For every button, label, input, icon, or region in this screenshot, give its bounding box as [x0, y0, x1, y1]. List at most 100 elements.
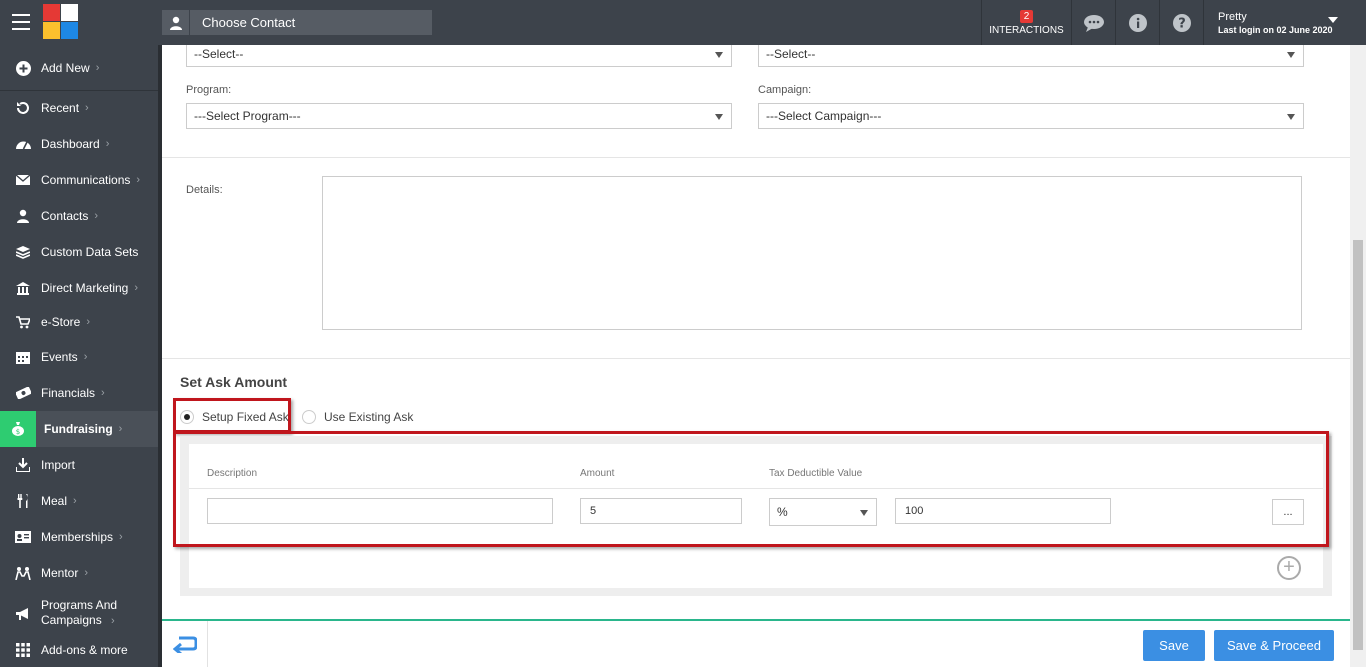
user-menu[interactable]: Pretty Last login on 02 June 2020	[1203, 0, 1366, 45]
sidebar-item-dashboard[interactable]: Dashboard ›	[0, 131, 158, 157]
plus-circle-icon	[15, 60, 31, 76]
sidebar-item-mentor[interactable]: Mentor ›	[0, 560, 158, 586]
sidebar-item-direct-marketing[interactable]: Direct Marketing ›	[0, 275, 158, 301]
campaign-select[interactable]: ---Select Campaign---	[758, 103, 1304, 129]
chevron-right-icon: ›	[86, 316, 91, 328]
top-bar: Choose Contact 2 INTERACTIONS ? Pretty L…	[0, 0, 1366, 45]
choose-contact-label: Choose Contact	[202, 15, 296, 30]
chevron-right-icon: ›	[73, 495, 77, 507]
hamburger-menu-icon[interactable]	[12, 14, 30, 30]
sidebar-item-label: Communications	[41, 173, 131, 187]
dashboard-icon	[15, 136, 31, 152]
select-dropdown-2[interactable]: --Select--	[758, 45, 1304, 67]
sidebar-item-custom-data-sets[interactable]: Custom Data Sets	[0, 239, 158, 265]
program-select-value: ---Select Program---	[194, 109, 301, 123]
details-label: Details:	[186, 184, 223, 196]
scrollbar-thumb[interactable]	[1353, 240, 1363, 650]
divider	[162, 358, 1350, 359]
cutlery-icon	[15, 493, 31, 509]
radio-existing-label: Use Existing Ask	[324, 410, 414, 424]
help-button[interactable]: ?	[1159, 0, 1203, 45]
chevron-right-icon: ›	[84, 567, 89, 579]
info-button[interactable]	[1115, 0, 1159, 45]
radio-use-existing-ask[interactable]: Use Existing Ask	[302, 410, 413, 424]
highlight-box-radio	[173, 398, 291, 433]
sidebar-item-memberships[interactable]: Memberships ›	[0, 524, 158, 550]
sidebar-item-label: e-Store	[41, 315, 81, 329]
details-textarea[interactable]	[322, 176, 1302, 330]
back-button[interactable]	[162, 621, 208, 667]
sidebar-item-events[interactable]: Events ›	[0, 344, 158, 370]
sidebar-item-recent[interactable]: Recent ›	[0, 95, 158, 121]
user-name: Pretty	[1218, 10, 1247, 23]
sidebar-item-label: Add-ons & more	[41, 643, 128, 657]
svg-text:$: $	[16, 428, 20, 436]
sidebar-item-label: Add New	[41, 61, 90, 75]
chevron-right-icon: ›	[95, 62, 100, 74]
sidebar-item-communications[interactable]: Communications ›	[0, 167, 158, 193]
sidebar-divider	[0, 90, 158, 91]
sidebar-item-label: Direct Marketing	[41, 281, 129, 295]
sidebar-item-label: Custom Data Sets	[41, 245, 139, 259]
info-icon	[1128, 13, 1147, 32]
dropdown-arrow-icon	[715, 52, 723, 58]
chat-icon	[1083, 14, 1104, 32]
dropdown-arrow-icon	[1287, 52, 1295, 58]
history-icon	[15, 100, 31, 116]
chevron-right-icon: ›	[101, 387, 105, 399]
dropdown-arrow-icon	[1287, 114, 1295, 120]
sidebar-item-label: Mentor	[41, 566, 79, 580]
campaign-label: Campaign:	[758, 84, 812, 96]
chevron-right-icon: ›	[111, 615, 115, 627]
interactions-button[interactable]: 2 INTERACTIONS	[981, 0, 1071, 45]
sidebar-item-financials[interactable]: Financials ›	[0, 380, 158, 406]
select-2-value: --Select--	[766, 47, 816, 61]
sidebar-item-label: Contacts	[41, 209, 89, 223]
chevron-right-icon: ›	[85, 102, 89, 114]
interactions-count-badge: 2	[1019, 9, 1034, 23]
save-and-proceed-button[interactable]: Save & Proceed	[1214, 630, 1334, 661]
chat-button[interactable]	[1071, 0, 1115, 45]
return-arrow-icon	[172, 636, 197, 653]
sidebar-item-contacts[interactable]: Contacts ›	[0, 203, 158, 229]
program-select[interactable]: ---Select Program---	[186, 103, 732, 129]
question-icon: ?	[1172, 13, 1191, 32]
sidebar-item-fundraising[interactable]: $ Fundraising ›	[0, 411, 158, 447]
cart-icon	[15, 314, 31, 330]
person-icon	[162, 10, 190, 35]
vertical-scrollbar[interactable]	[1350, 45, 1366, 667]
save-button[interactable]: Save	[1143, 630, 1205, 661]
id-card-icon	[15, 529, 31, 545]
dropdown-arrow-icon	[715, 114, 723, 120]
select-dropdown-1[interactable]: --Select--	[186, 45, 732, 67]
program-label: Program:	[186, 84, 232, 96]
app-logo[interactable]	[43, 4, 79, 41]
select-1-value: --Select--	[194, 47, 244, 61]
sidebar-item-label: Programs And	[41, 598, 118, 612]
bank-icon	[15, 280, 31, 296]
choose-contact-button[interactable]: Choose Contact	[162, 10, 432, 35]
sidebar-item-add-ons[interactable]: Add-ons & more	[0, 637, 158, 663]
radio-unselected-icon	[302, 410, 316, 424]
interactions-label: INTERACTIONS	[989, 24, 1064, 36]
sidebar-item-label: Import	[41, 458, 76, 472]
sidebar-item-meal[interactable]: Meal ›	[0, 488, 158, 514]
calendar-icon	[15, 349, 31, 365]
sidebar-item-add-new[interactable]: Add New ›	[0, 55, 158, 81]
sidebar-item-programs-and-campaigns[interactable]: Programs And Campaigns ›	[0, 598, 158, 630]
sidebar-item-import[interactable]: Import	[0, 452, 158, 478]
chevron-right-icon: ›	[94, 210, 99, 222]
add-row-plus-icon[interactable]: +	[1277, 556, 1301, 580]
moneybag-icon: $	[10, 421, 26, 437]
divider	[162, 157, 1350, 158]
sidebar-item-label: Financials	[41, 386, 96, 400]
chevron-right-icon: ›	[105, 138, 110, 150]
money-icon	[15, 385, 31, 401]
sidebar-item-label: Recent	[41, 101, 80, 115]
chevron-right-icon: ›	[134, 282, 139, 294]
sidebar-item-e-store[interactable]: e-Store ›	[0, 309, 158, 335]
user-dropdown-caret-icon	[1328, 17, 1338, 23]
person-icon	[15, 208, 31, 224]
campaign-select-value: ---Select Campaign---	[766, 109, 882, 123]
bottom-action-bar: Save Save & Proceed	[162, 619, 1350, 667]
